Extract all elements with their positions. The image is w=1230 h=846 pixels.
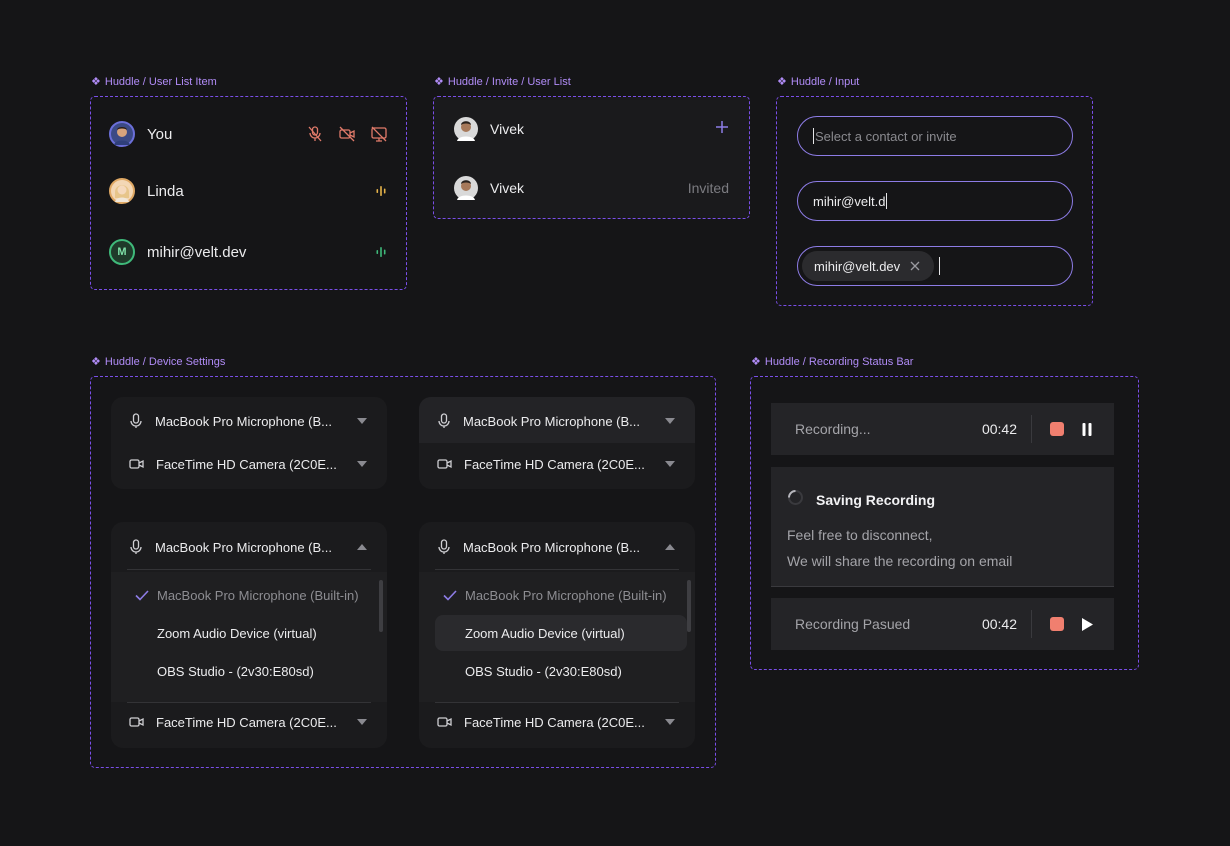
device-settings-card-expanded: MacBook Pro Microphone (B... MacBook Pro…	[111, 522, 387, 748]
contact-input-with-chip[interactable]: mihir@velt.dev	[797, 246, 1073, 286]
camera-icon	[129, 717, 144, 727]
device-settings-card: MacBook Pro Microphone (B... FaceTime HD…	[111, 397, 387, 489]
device-settings-card-expanded: MacBook Pro Microphone (B... MacBook Pro…	[419, 522, 695, 748]
text-caret	[813, 128, 814, 144]
device-settings-card: MacBook Pro Microphone (B... FaceTime HD…	[419, 397, 695, 489]
divider	[435, 702, 679, 703]
recording-paused-bar: Recording Pasued 00:42	[771, 598, 1114, 650]
dropdown-list: MacBook Pro Microphone (Built-in) Zoom A…	[111, 572, 387, 702]
loading-spinner-icon	[787, 489, 804, 511]
pause-button[interactable]	[1078, 422, 1096, 436]
scrollbar-thumb[interactable]	[379, 580, 383, 632]
scrollbar-thumb[interactable]	[687, 580, 691, 632]
invite-row[interactable]: Vivek Invited	[454, 175, 729, 201]
microphone-select[interactable]: MacBook Pro Microphone (B...	[437, 533, 677, 561]
camera-icon	[129, 459, 144, 469]
contact-chip[interactable]: mihir@velt.dev	[802, 251, 935, 281]
camera-select[interactable]: FaceTime HD Camera (2C0E...	[129, 708, 369, 736]
dropdown-option-selected[interactable]: MacBook Pro Microphone (Built-in)	[127, 577, 379, 613]
microphone-select[interactable]: MacBook Pro Microphone (B...	[129, 533, 369, 561]
camera-icon	[437, 717, 452, 727]
audio-level-icon	[374, 245, 388, 259]
input-frame: Select a contact or invite mihir@velt.d …	[776, 96, 1093, 306]
check-icon	[435, 589, 465, 601]
camera-select[interactable]: FaceTime HD Camera (2C0E...	[129, 450, 369, 478]
user-row-you[interactable]: You	[109, 119, 388, 149]
divider	[127, 702, 371, 703]
recording-bar: Recording... 00:42	[771, 403, 1114, 455]
user-photo-avatar	[454, 176, 478, 200]
chevron-down-icon	[357, 461, 367, 467]
camera-select[interactable]: FaceTime HD Camera (2C0E...	[437, 450, 677, 478]
stop-button[interactable]	[1050, 617, 1064, 631]
saving-recording-panel: Saving Recording Feel free to disconnect…	[771, 467, 1114, 587]
chevron-down-icon	[357, 719, 367, 725]
dropdown-option[interactable]: OBS Studio - (2v30:E80sd)	[127, 653, 379, 689]
component-label-device-settings: ❖ Huddle / Device Settings	[91, 355, 226, 369]
dropdown-list: MacBook Pro Microphone (Built-in) Zoom A…	[419, 572, 695, 702]
dropdown-option[interactable]: Zoom Audio Device (virtual)	[127, 615, 379, 651]
play-button[interactable]	[1078, 617, 1096, 631]
chevron-up-icon	[665, 544, 675, 550]
contact-input-typing[interactable]: mihir@velt.d	[797, 181, 1073, 221]
contact-input-empty[interactable]: Select a contact or invite	[797, 116, 1073, 156]
chevron-up-icon	[357, 544, 367, 550]
microphone-select[interactable]: MacBook Pro Microphone (B...	[437, 407, 677, 435]
text-caret	[886, 193, 888, 209]
user-photo-avatar	[109, 178, 135, 204]
user-photo-avatar	[109, 121, 135, 147]
component-label-invite-user-list: ❖ Huddle / Invite / User List	[434, 75, 571, 89]
chevron-down-icon	[665, 461, 675, 467]
invite-row[interactable]: Vivek	[454, 116, 729, 142]
user-row-linda[interactable]: Linda	[109, 176, 388, 206]
microphone-icon	[130, 539, 142, 554]
camera-off-icon[interactable]	[338, 125, 356, 143]
divider	[127, 569, 371, 570]
recording-timer: 00:42	[981, 421, 1017, 437]
component-label-user-list-item: ❖ Huddle / User List Item	[91, 75, 217, 89]
recording-status-bar-frame: Recording... 00:42 Saving Recording Feel…	[750, 376, 1139, 670]
chevron-down-icon	[665, 418, 675, 424]
microphone-icon	[438, 413, 450, 428]
chevron-down-icon	[665, 719, 675, 725]
component-label-recording-status-bar: ❖ Huddle / Recording Status Bar	[751, 355, 914, 369]
dropdown-option[interactable]: OBS Studio - (2v30:E80sd)	[435, 653, 687, 689]
user-list-item-frame: You Linda M mihir@velt.dev	[90, 96, 407, 290]
divider	[435, 569, 679, 570]
invite-user-list-frame: Vivek Vivek Invited	[433, 96, 750, 219]
dropdown-option-hovered[interactable]: Zoom Audio Device (virtual)	[435, 615, 687, 651]
user-photo-avatar	[454, 117, 478, 141]
plus-icon[interactable]	[715, 120, 729, 139]
close-icon[interactable]	[910, 259, 920, 274]
user-row-mihir[interactable]: M mihir@velt.dev	[109, 237, 388, 267]
camera-select[interactable]: FaceTime HD Camera (2C0E...	[437, 708, 677, 736]
stop-button[interactable]	[1050, 422, 1064, 436]
initial-avatar: M	[109, 239, 135, 265]
microphone-select[interactable]: MacBook Pro Microphone (B...	[129, 407, 369, 435]
check-icon	[127, 589, 157, 601]
mic-muted-icon[interactable]	[306, 125, 324, 143]
screen-share-off-icon[interactable]	[370, 125, 388, 143]
audio-level-icon	[374, 184, 388, 198]
recording-timer: 00:42	[981, 616, 1017, 632]
component-label-input: ❖ Huddle / Input	[777, 75, 860, 89]
camera-icon	[437, 459, 452, 469]
microphone-icon	[438, 539, 450, 554]
chevron-down-icon	[357, 418, 367, 424]
device-settings-frame: MacBook Pro Microphone (B... FaceTime HD…	[90, 376, 716, 768]
invited-status: Invited	[687, 180, 729, 196]
dropdown-option-selected[interactable]: MacBook Pro Microphone (Built-in)	[435, 577, 687, 613]
microphone-icon	[130, 413, 142, 428]
text-caret	[939, 257, 941, 275]
